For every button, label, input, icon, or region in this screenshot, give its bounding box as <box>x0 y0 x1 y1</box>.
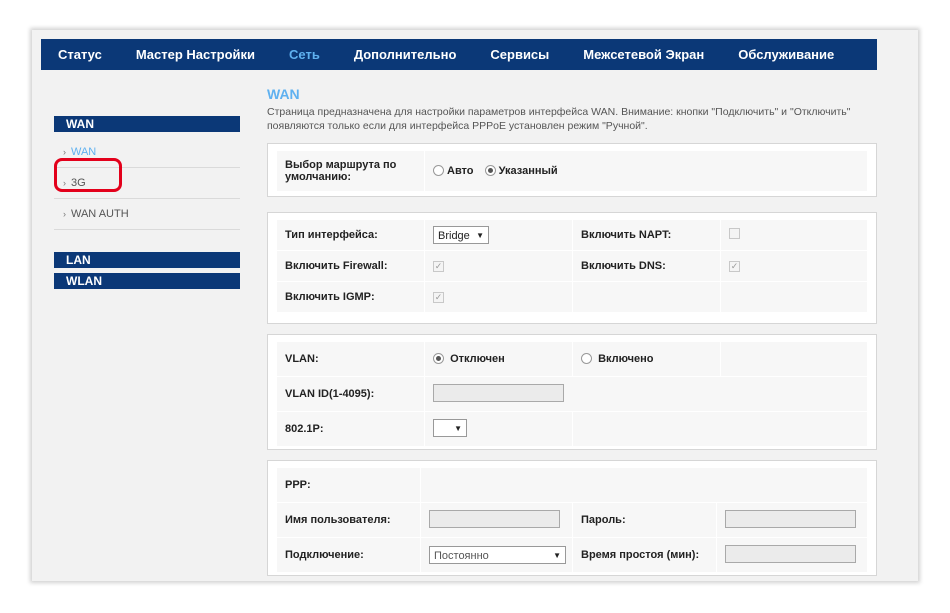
page-description: Страница предназначена для настройки пар… <box>267 106 851 132</box>
password-label: Пароль: <box>572 502 717 538</box>
route-manual-radio[interactable] <box>484 164 496 176</box>
password-cell <box>716 502 868 538</box>
dropdown-arrow-icon: ▼ <box>454 423 462 433</box>
vlan-off-radio[interactable] <box>433 352 444 364</box>
main-content: WAN Страница предназначена для настройки… <box>267 86 877 576</box>
vlan-on-label: Включено <box>598 353 654 365</box>
connection-label: Подключение: <box>276 537 421 573</box>
connection-value: Постоянно <box>434 550 489 562</box>
vlan-id-cell <box>424 376 868 412</box>
route-auto-label: Авто <box>447 165 474 177</box>
sidebar-item-wan[interactable]: › WAN <box>54 137 240 168</box>
idle-time-input[interactable] <box>725 544 856 563</box>
sidebar-header-wan[interactable]: WAN <box>54 116 240 132</box>
route-auto-radio[interactable] <box>433 164 444 176</box>
interface-type-select[interactable]: Bridge ▼ <box>433 226 489 244</box>
dropdown-arrow-icon: ▼ <box>476 231 484 240</box>
tab-advanced[interactable]: Дополнительно <box>337 47 474 62</box>
igmp-label: Включить IGMP: <box>276 281 425 313</box>
dns-label: Включить DNS: <box>572 250 721 282</box>
interface-type-cell: Bridge ▼ <box>424 219 573 251</box>
p8021-label: 802.1P: <box>276 411 425 447</box>
bullet-icon: › <box>63 147 66 157</box>
firewall-cell: ✓ <box>424 250 573 282</box>
connection-select[interactable]: Постоянно ▼ <box>429 546 566 564</box>
ppp-label: PPP: <box>276 467 421 503</box>
tab-maintenance[interactable]: Обслуживание <box>721 47 851 62</box>
vlan-id-input[interactable] <box>433 383 564 402</box>
dns-cell: ✓ <box>720 250 868 282</box>
tab-firewall[interactable]: Межсетевой Экран <box>566 47 721 62</box>
route-panel: Выбор маршрута по умолчанию: Авто Указан… <box>267 143 877 197</box>
interface-table: Тип интерфейса: Bridge ▼ Включить NAPT: В… <box>276 219 868 313</box>
tab-network[interactable]: Сеть <box>272 47 337 62</box>
interface-panel: Тип интерфейса: Bridge ▼ Включить NAPT: В… <box>267 212 877 324</box>
bullet-icon: › <box>63 178 66 188</box>
interface-type-label: Тип интерфейса: <box>276 219 425 251</box>
igmp-cell: ✓ <box>424 281 573 313</box>
vlan-id-label: VLAN ID(1-4095): <box>276 376 425 412</box>
dropdown-arrow-icon: ▼ <box>553 551 561 560</box>
empty-cell <box>420 467 868 503</box>
route-label: Выбор маршрута по умолчанию: <box>276 150 425 192</box>
sidebar-header-wlan[interactable]: WLAN <box>54 273 240 289</box>
p8021-select[interactable]: ▼ <box>433 418 467 437</box>
tab-services[interactable]: Сервисы <box>473 47 566 62</box>
bullet-icon: › <box>63 209 66 219</box>
route-manual-label: Указанный <box>498 165 558 177</box>
ppp-panel: PPP: Имя пользователя: Пароль: Подключен… <box>267 460 877 576</box>
dns-checkbox[interactable]: ✓ <box>729 261 740 272</box>
firewall-checkbox[interactable]: ✓ <box>433 261 444 272</box>
sidebar-item-3g[interactable]: › 3G <box>54 168 240 199</box>
password-input[interactable] <box>725 509 856 528</box>
interface-type-value: Bridge <box>438 230 470 242</box>
route-options: Авто Указанный <box>424 150 868 192</box>
vlan-off-cell: Отключен <box>424 341 573 377</box>
empty-cell <box>720 281 868 313</box>
top-navigation: Статус Мастер Настройки Сеть Дополнитель… <box>41 39 877 70</box>
route-table: Выбор маршрута по умолчанию: Авто Указан… <box>276 150 868 192</box>
sidebar-item-label: 3G <box>71 177 86 189</box>
tab-status[interactable]: Статус <box>41 47 119 62</box>
vlan-on-radio[interactable] <box>581 352 592 364</box>
idle-time-label: Время простоя (мин): <box>572 537 717 573</box>
napt-cell <box>720 219 868 251</box>
vlan-off-label: Отключен <box>450 353 505 365</box>
tab-setup-wizard[interactable]: Мастер Настройки <box>119 47 272 62</box>
ppp-table: PPP: Имя пользователя: Пароль: Подключен… <box>276 467 868 573</box>
idle-time-cell <box>716 537 868 573</box>
igmp-checkbox[interactable]: ✓ <box>433 292 444 303</box>
empty-cell <box>572 281 721 313</box>
napt-label: Включить NAPT: <box>572 219 721 251</box>
vlan-table: VLAN: Отключен Включено VLAN ID(1-4095):… <box>276 341 868 447</box>
username-cell <box>420 502 573 538</box>
sidebar-item-wan-auth[interactable]: › WAN AUTH <box>54 199 240 230</box>
empty-cell <box>572 411 868 447</box>
username-input[interactable] <box>429 509 560 528</box>
router-web-ui: Статус Мастер Настройки Сеть Дополнитель… <box>32 30 918 581</box>
vlan-on-cell: Включено <box>572 341 721 377</box>
sidebar: WAN › WAN › 3G › WAN AUTH LAN WLAN <box>54 116 240 294</box>
p8021-cell: ▼ <box>424 411 573 447</box>
firewall-label: Включить Firewall: <box>276 250 425 282</box>
sidebar-item-label: WAN AUTH <box>71 208 129 220</box>
vlan-label: VLAN: <box>276 341 425 377</box>
vlan-panel: VLAN: Отключен Включено VLAN ID(1-4095):… <box>267 334 877 450</box>
napt-checkbox[interactable] <box>729 228 740 239</box>
connection-cell: Постоянно ▼ <box>420 537 573 573</box>
username-label: Имя пользователя: <box>276 502 421 538</box>
sidebar-header-lan[interactable]: LAN <box>54 252 240 268</box>
sidebar-item-label: WAN <box>71 146 97 158</box>
page-title: WAN <box>267 86 300 102</box>
empty-cell <box>720 341 868 377</box>
